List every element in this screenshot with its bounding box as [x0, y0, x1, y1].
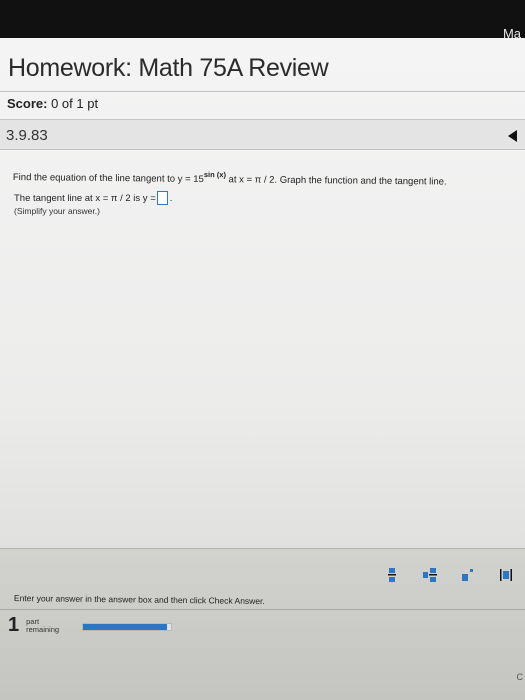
answer-prefix: The tangent line at x = π / 2 is y =: [14, 192, 156, 204]
parts-remaining-count: 1: [8, 614, 20, 636]
progress-bar: [82, 623, 172, 631]
exponent-icon[interactable]: [459, 568, 477, 582]
absolute-value-icon[interactable]: [497, 568, 515, 582]
parts-remaining: 1 part remaining: [8, 615, 59, 635]
system-top-bar: Ma: [0, 0, 525, 41]
answer-input[interactable]: [156, 191, 168, 205]
simplify-hint: (Simplify your answer.): [14, 206, 100, 216]
question-prompt: Find the equation of the line tangent to…: [13, 168, 447, 188]
prompt-text-after: at x = π / 2. Graph the function and the…: [225, 174, 447, 188]
homework-screen: Homework: Math 75A Review Score: 0 of 1 …: [0, 38, 525, 700]
page-title: Homework: Math 75A Review: [8, 54, 329, 82]
answer-line: The tangent line at x = π / 2 is y = .: [14, 191, 172, 205]
footer-corner-text: C: [516, 672, 524, 682]
question-number-bar: 3.9.83: [0, 120, 525, 150]
mixed-number-icon[interactable]: [421, 568, 439, 582]
prompt-text-before: Find the equation of the line tangent to…: [12, 171, 204, 185]
score-label: Score:: [7, 96, 48, 111]
parts-remaining-line2: remaining: [26, 625, 60, 634]
prompt-exponent: sin (x): [203, 169, 227, 180]
fraction-icon[interactable]: [383, 568, 401, 582]
progress-fill: [83, 624, 167, 630]
parts-remaining-label: part remaining: [26, 618, 59, 634]
instructions-text: Enter your answer in the answer box and …: [13, 593, 265, 607]
answer-suffix: .: [169, 192, 173, 204]
score-display: Score: 0 of 1 pt: [7, 96, 98, 111]
math-toolbar: [383, 568, 515, 582]
question-number: 3.9.83: [6, 127, 48, 144]
divider: [0, 609, 525, 610]
divider: [0, 91, 525, 92]
score-value: 0 of 1 pt: [51, 96, 99, 111]
left-arrow-icon[interactable]: [508, 130, 517, 142]
answer-footer: Enter your answer in the answer box and …: [0, 548, 525, 700]
